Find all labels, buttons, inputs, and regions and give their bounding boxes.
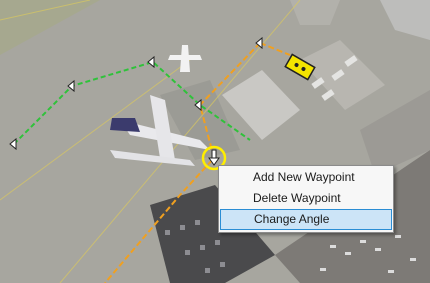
menu-item-add-new-waypoint[interactable]: Add New Waypoint bbox=[220, 167, 392, 188]
menu-item-delete-waypoint[interactable]: Delete Waypoint bbox=[220, 188, 392, 209]
airport-map[interactable] bbox=[0, 0, 430, 283]
menu-item-change-angle[interactable]: Change Angle bbox=[220, 209, 392, 230]
context-menu: Add New Waypoint Delete Waypoint Change … bbox=[218, 165, 394, 233]
